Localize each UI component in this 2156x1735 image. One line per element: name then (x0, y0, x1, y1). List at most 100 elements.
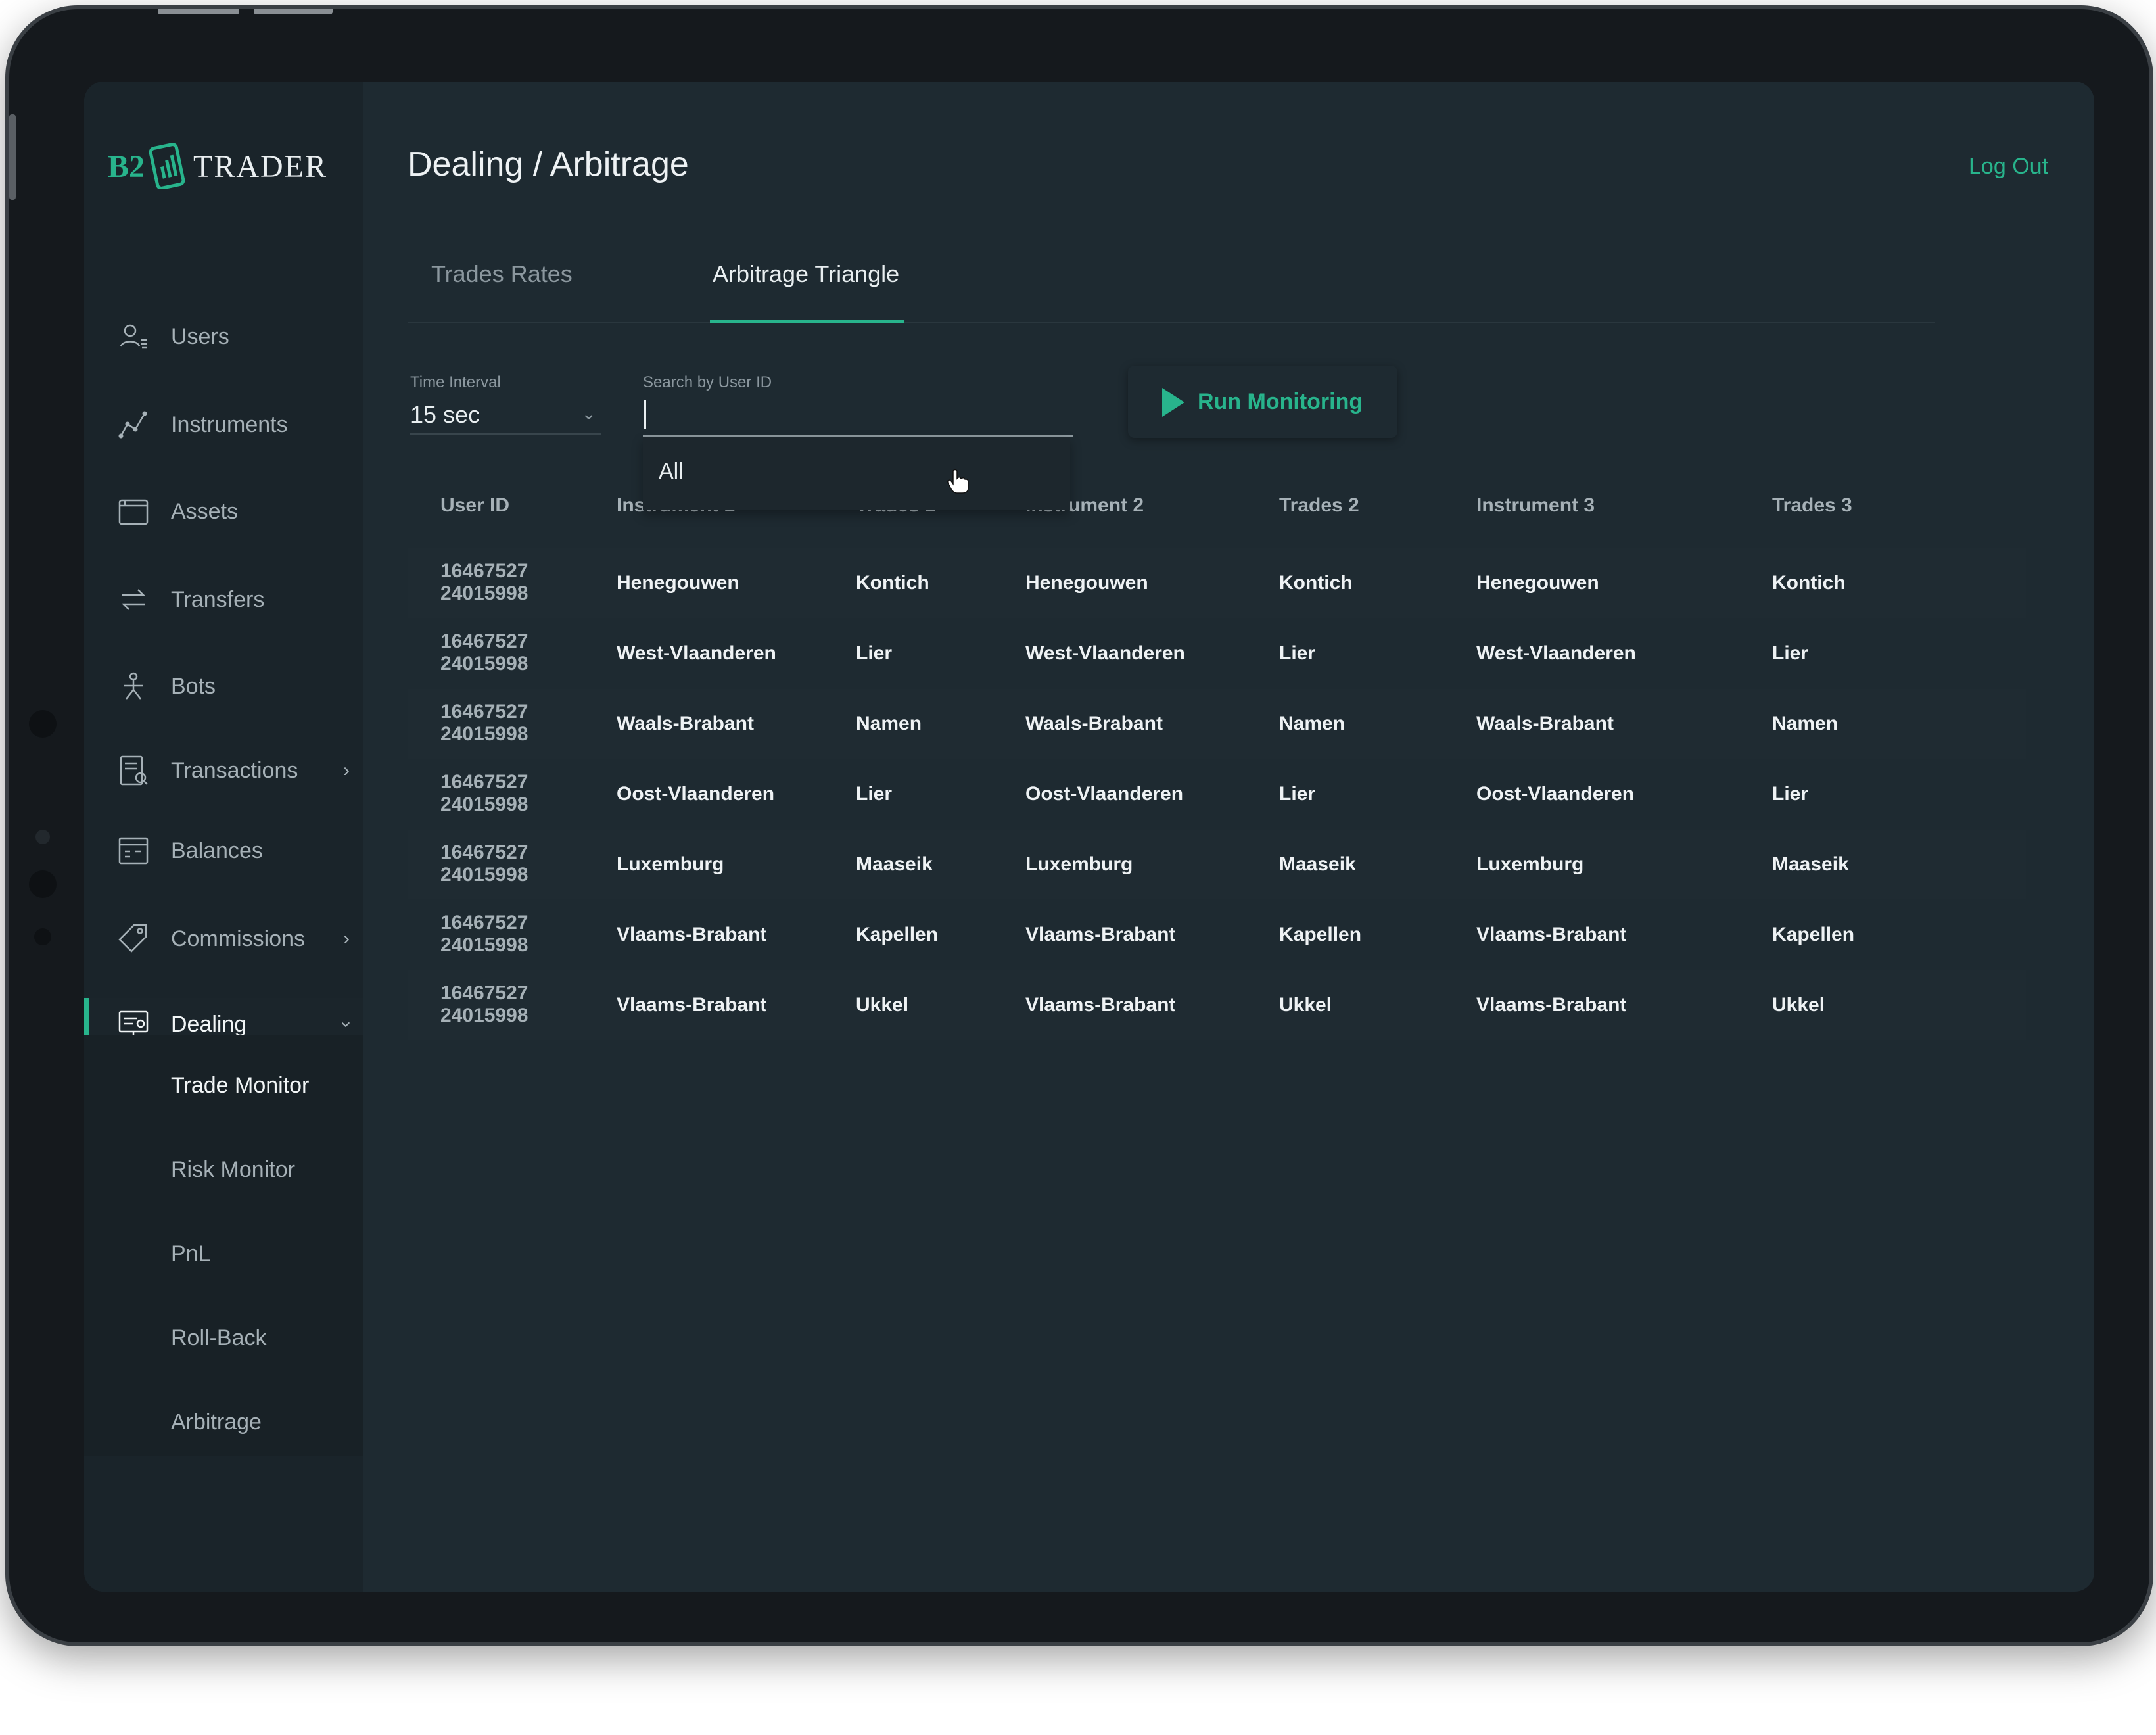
search-dropdown: All (643, 437, 1070, 510)
camera-dot (29, 710, 57, 738)
submenu-risk-monitor[interactable]: Risk Monitor (171, 1157, 295, 1183)
brand-prefix: B2 (108, 149, 145, 184)
submenu-roll-back[interactable]: Roll-Back (171, 1325, 266, 1351)
instrument-1-cell: Vlaams-Brabant (617, 924, 767, 945)
instrument-1-cell: West-Vlaanderen (617, 642, 776, 664)
search-user-id-input[interactable] (643, 396, 1073, 437)
sidebar: B2 TRADER Users Instruments Assets Trans… (84, 82, 363, 1592)
user-id-part: 16467527 (440, 701, 528, 723)
camera-lens (35, 830, 50, 844)
column-header-trades-3[interactable]: Trades 3 (1772, 494, 1852, 517)
sidebar-item-bots[interactable]: Bots (84, 660, 363, 713)
trades-2-cell: Maaseik (1279, 853, 1356, 875)
user-id-cell: 16467527 24015998 (440, 842, 528, 886)
run-monitoring-button[interactable]: Run Monitoring (1128, 366, 1397, 438)
submenu-arbitrage[interactable]: Arbitrage (171, 1410, 262, 1435)
user-id-part: 24015998 (440, 1005, 528, 1026)
instrument-2-cell: West-Vlaanderen (1025, 642, 1185, 664)
trades-1-cell: Ukkel (856, 994, 909, 1016)
chevron-right-icon: › (343, 928, 350, 949)
chevron-down-icon: › (336, 1021, 358, 1028)
sidebar-item-label: Commissions (171, 926, 306, 951)
instrument-2-cell: Vlaams-Brabant (1025, 924, 1176, 945)
instrument-3-cell: Henegouwen (1476, 572, 1599, 594)
column-header-user-id[interactable]: User ID (440, 494, 509, 517)
table-row[interactable]: 16467527 24015998 Vlaams-Brabant Kapellen… (408, 900, 2026, 970)
sidebar-item-users[interactable]: Users (84, 310, 363, 363)
sensor-dot (34, 928, 51, 945)
user-id-part: 24015998 (440, 934, 528, 956)
dropdown-option-all[interactable]: All (659, 459, 684, 485)
table-row[interactable]: 16467527 24015998 Oost-Vlaanderen Lier Oo… (408, 759, 2026, 829)
trades-2-cell: Ukkel (1279, 994, 1332, 1016)
column-header-instrument-3[interactable]: Instrument 3 (1476, 494, 1595, 517)
tab-trades-rates[interactable]: Trades Rates (431, 260, 573, 288)
instrument-1-cell: Oost-Vlaanderen (617, 783, 775, 805)
sidebar-item-transactions[interactable]: Transactions › (84, 744, 363, 797)
trades-2-cell: Namen (1279, 713, 1346, 734)
sidebar-item-balances[interactable]: Balances (84, 824, 363, 877)
user-icon (120, 324, 147, 349)
trades-3-cell: Ukkel (1772, 994, 1825, 1016)
user-id-part: 16467527 (440, 771, 528, 793)
sidebar-item-label: Users (171, 323, 229, 349)
trades-3-cell: Kontich (1772, 572, 1846, 594)
sidebar-item-instruments[interactable]: Instruments (84, 398, 363, 451)
active-tab-indicator (710, 320, 904, 323)
column-header-trades-2[interactable]: Trades 2 (1279, 494, 1359, 517)
sidebar-item-label: Dealing (171, 1011, 247, 1037)
sidebar-item-label: Transfers (171, 586, 265, 612)
sidebar-item-label: Bots (171, 673, 216, 699)
sidebar-item-label: Assets (171, 498, 239, 524)
table-row[interactable]: 16467527 24015998 Vlaams-Brabant Ukkel Vl… (408, 970, 2026, 1040)
device-side-button (9, 114, 16, 200)
trades-3-cell: Lier (1772, 642, 1809, 664)
user-id-part: 16467527 (440, 982, 528, 1004)
submenu-trade-monitor[interactable]: Trade Monitor (171, 1073, 309, 1099)
device-button (254, 9, 333, 14)
sidebar-item-transfers[interactable]: Transfers (84, 573, 363, 626)
instrument-1-cell: Waals-Brabant (617, 713, 754, 734)
calendar-grid-icon (118, 837, 149, 865)
instrument-3-cell: Waals-Brabant (1476, 713, 1614, 734)
trades-2-cell: Kapellen (1279, 924, 1362, 945)
user-id-part: 24015998 (440, 582, 528, 604)
instrument-2-cell: Henegouwen (1025, 572, 1148, 594)
folder-icon (118, 499, 149, 525)
table-row[interactable]: 16467527 24015998 Waals-Brabant Namen Waa… (408, 689, 2026, 759)
time-interval-select[interactable]: 15 sec (410, 401, 480, 429)
table-row[interactable]: 16467527 24015998 West-Vlaanderen Lier We… (408, 619, 2026, 688)
brand-name: TRADER (193, 149, 328, 184)
user-id-cell: 16467527 24015998 (440, 982, 528, 1027)
trades-1-cell: Namen (856, 713, 922, 734)
table-row[interactable]: 16467527 24015998 Luxemburg Maaseik Luxem… (408, 830, 2026, 899)
trades-1-cell: Maaseik (856, 853, 933, 875)
chevron-down-icon[interactable]: ⌄ (581, 402, 596, 424)
table-row[interactable]: 16467527 24015998 Henegouwen Kontich Hene… (408, 548, 2026, 618)
hand-cursor-icon (947, 469, 969, 494)
instrument-1-cell: Vlaams-Brabant (617, 994, 767, 1016)
sidebar-item-assets[interactable]: Assets (84, 485, 363, 538)
tab-arbitrage-triangle[interactable]: Arbitrage Triangle (713, 260, 899, 288)
page-title: Dealing / Arbitrage (408, 145, 689, 183)
user-id-part: 24015998 (440, 653, 528, 675)
tabs-divider (408, 322, 1935, 323)
text-caret (644, 400, 646, 429)
submenu-pnl[interactable]: PnL (171, 1241, 211, 1267)
bot-network-icon (124, 672, 143, 700)
trades-3-cell: Lier (1772, 783, 1809, 805)
trades-1-cell: Lier (856, 783, 893, 805)
tablet-frame: B2 TRADER Users Instruments Assets Trans… (5, 5, 2153, 1646)
user-id-part: 16467527 (440, 560, 528, 582)
logout-link[interactable]: Log Out (1969, 154, 2048, 179)
brand-logo[interactable]: B2 TRADER (108, 143, 327, 189)
user-id-part: 24015998 (440, 723, 528, 745)
instrument-3-cell: Oost-Vlaanderen (1476, 783, 1635, 805)
sidebar-item-label: Instruments (171, 412, 288, 437)
sidebar-item-label: Balances (171, 838, 263, 863)
user-id-cell: 16467527 24015998 (440, 630, 528, 675)
chevron-right-icon: › (343, 759, 350, 781)
sidebar-item-commissions[interactable]: Commissions › (84, 913, 363, 965)
run-monitoring-label: Run Monitoring (1198, 389, 1363, 414)
trades-1-cell: Lier (856, 642, 893, 664)
